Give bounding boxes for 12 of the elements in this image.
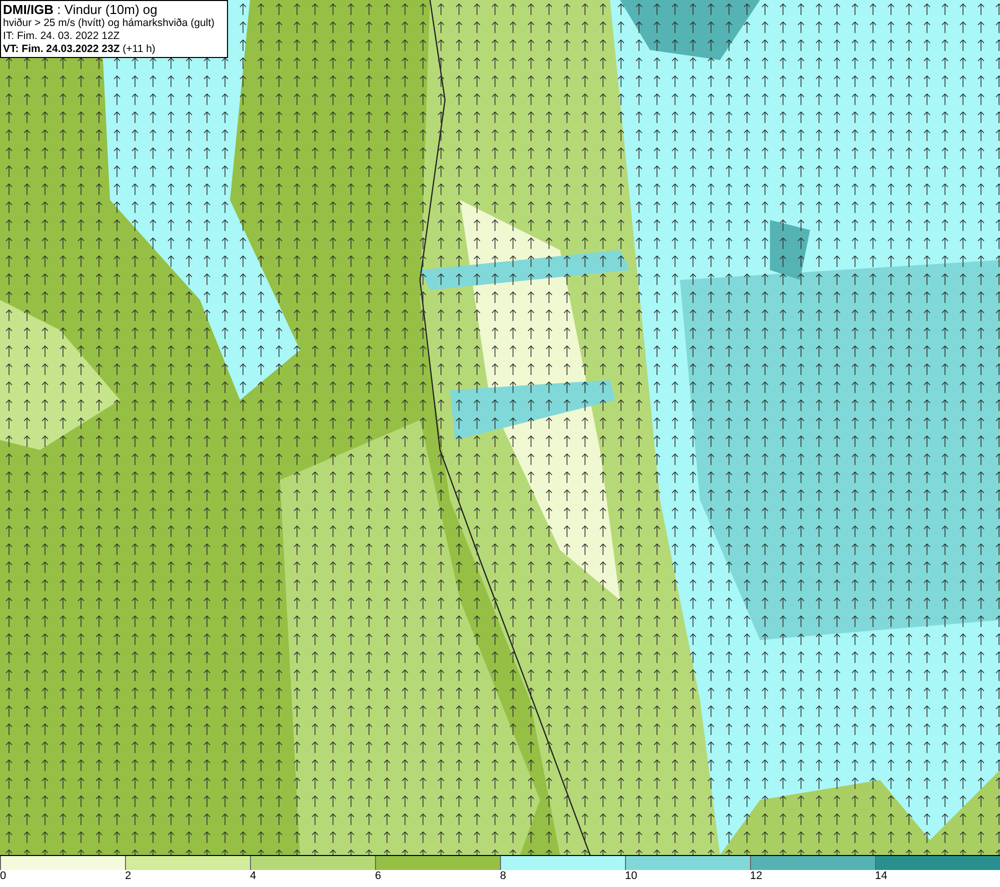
legend-label: 8 [500,870,506,883]
legend-label: 2 [125,870,132,883]
legend-label: 10 [625,870,638,883]
legend-label: 12 [750,870,762,883]
legend-label: 14 [875,870,888,883]
info-text: VT: Fim. 24.03.2022 23Z (+11 h) [3,43,156,56]
info-text: hviður > 25 m/s (hvítt) og hámarkshviða (gult) [3,17,216,30]
legend-label: 0 [0,870,6,883]
legend-label: 6 [375,870,382,883]
info-text: IT: Fim. 24. 03. 2022 12Z [3,30,121,43]
info-text: DMI/IGB : Vindur (10m) og [3,2,158,17]
legend-label: 4 [250,870,256,883]
